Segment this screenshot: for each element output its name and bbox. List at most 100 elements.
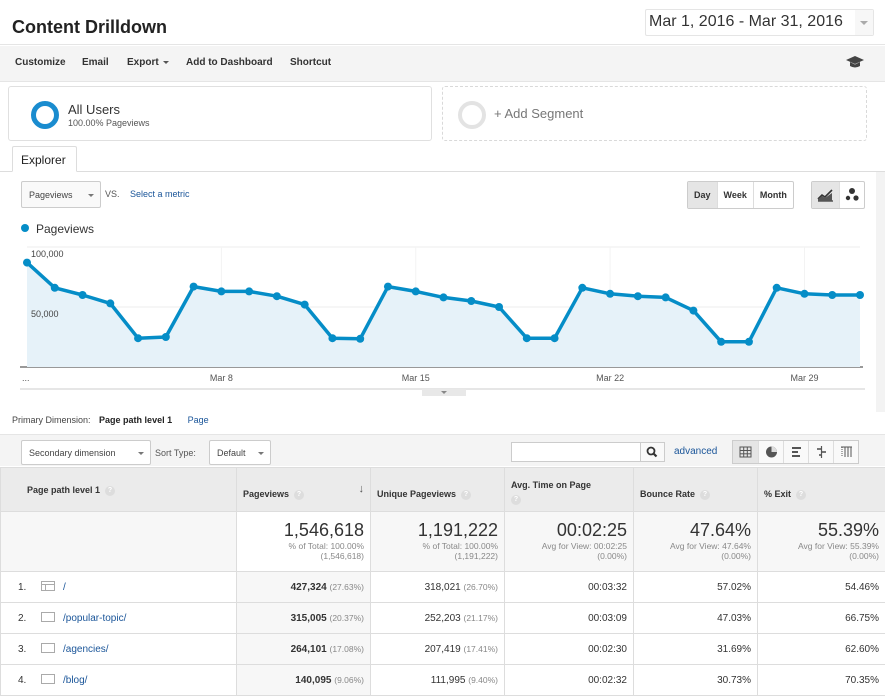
row-path-cell: 1./ xyxy=(1,572,237,603)
date-range-text: Mar 1, 2016 - Mar 31, 2016 xyxy=(649,13,843,30)
row-index: 2. xyxy=(18,613,38,624)
sort-type-value: Default xyxy=(217,448,246,458)
total-value: 55.39% xyxy=(764,520,879,541)
comparison-view-icon xyxy=(809,441,834,463)
pageviews-value: 427,324 xyxy=(291,582,327,593)
table-view-button[interactable] xyxy=(733,441,758,463)
data-point xyxy=(190,283,198,291)
chart-legend: Pageviews xyxy=(21,222,94,236)
column-header-avg-time[interactable]: Avg. Time on Page? xyxy=(505,468,634,512)
data-point xyxy=(773,284,781,292)
comparison-view-button[interactable] xyxy=(808,441,833,463)
period-month-button[interactable]: Month xyxy=(753,182,793,208)
folder-icon[interactable] xyxy=(41,674,55,684)
data-point xyxy=(384,283,392,291)
row-pageviews: 315,005 (20.37%) xyxy=(237,603,371,634)
export-button[interactable]: Export xyxy=(127,57,169,68)
row-path-cell: 4./blog/ xyxy=(1,665,237,696)
unique-value: 111,995 xyxy=(431,675,466,686)
primary-dimension-current[interactable]: Page path level 1 xyxy=(99,415,172,425)
data-point xyxy=(606,290,614,298)
secondary-dimension-dropdown[interactable]: Secondary dimension xyxy=(21,440,151,465)
total-value: 47.64% xyxy=(640,520,751,541)
line-chart-button[interactable] xyxy=(812,182,839,208)
pageviews-chart: 100,00050,000...Mar 8Mar 15Mar 22Mar 29 xyxy=(0,240,885,400)
data-point xyxy=(412,287,420,295)
totals-unique-pageviews: 1,191,222 % of Total: 100.00% (1,191,222… xyxy=(371,512,505,572)
motion-chart-button[interactable] xyxy=(839,182,864,208)
row-path-link[interactable]: / xyxy=(63,582,66,593)
email-button[interactable]: Email xyxy=(82,57,109,68)
column-header-label: Bounce Rate xyxy=(640,489,695,499)
total-value: 00:02:25 xyxy=(511,520,627,541)
data-point xyxy=(634,292,642,300)
row-bounce-rate: 31.69% xyxy=(634,634,758,665)
export-label: Export xyxy=(127,57,159,68)
caret-down-icon xyxy=(258,452,264,455)
page-title: Content Drilldown xyxy=(12,17,167,38)
select-metric-link[interactable]: Select a metric xyxy=(130,189,190,199)
chevron-down-icon[interactable] xyxy=(855,10,873,35)
search-button[interactable] xyxy=(640,442,665,462)
folder-icon[interactable] xyxy=(41,643,55,653)
performance-view-icon xyxy=(784,441,809,463)
primary-dimension-row: Primary Dimension: Page path level 1 Pag… xyxy=(12,415,209,425)
page-icon[interactable] xyxy=(41,581,55,591)
column-header-page-path[interactable]: Page path level 1? xyxy=(1,468,237,512)
folder-icon[interactable] xyxy=(41,612,55,622)
column-header-pageviews[interactable]: Pageviews?↓ xyxy=(237,468,371,512)
column-header-unique-pageviews[interactable]: Unique Pageviews? xyxy=(371,468,505,512)
row-exit: 62.60% xyxy=(758,634,885,665)
help-icon[interactable]: ? xyxy=(700,490,710,500)
period-week-button[interactable]: Week xyxy=(717,182,753,208)
metric-dropdown[interactable]: Pageviews xyxy=(21,181,101,208)
column-header-label: Page path level 1 xyxy=(27,485,100,495)
row-exit: 70.35% xyxy=(758,665,885,696)
shortcut-button[interactable]: Shortcut xyxy=(290,57,331,68)
x-tick-label: Mar 29 xyxy=(790,373,818,383)
pageviews-value: 140,095 xyxy=(295,675,331,686)
table-search-input[interactable] xyxy=(511,442,641,462)
period-day-button[interactable]: Day xyxy=(688,182,717,208)
graduation-cap-icon[interactable] xyxy=(846,55,864,69)
data-point xyxy=(79,291,87,299)
date-range-picker[interactable]: Mar 1, 2016 - Mar 31, 2016 xyxy=(645,9,874,36)
total-note: (0.00%) xyxy=(511,551,627,561)
table-row: 4./blog/ 140,095 (9.06%) 111,995 (9.40%)… xyxy=(1,665,885,696)
area-fill xyxy=(27,263,860,367)
row-path-link[interactable]: /popular-topic/ xyxy=(63,613,126,624)
add-to-dashboard-button[interactable]: Add to Dashboard xyxy=(186,57,273,68)
data-point xyxy=(856,291,864,299)
performance-view-button[interactable] xyxy=(783,441,808,463)
primary-dimension-page-link[interactable]: Page xyxy=(188,415,209,425)
row-unique-pageviews: 318,021 (26.70%) xyxy=(371,572,505,603)
advanced-filter-link[interactable]: advanced xyxy=(674,446,717,457)
pie-view-button[interactable] xyxy=(758,441,783,463)
pivot-view-button[interactable] xyxy=(833,441,858,463)
data-point xyxy=(23,259,31,267)
help-icon[interactable]: ? xyxy=(461,490,471,500)
column-header-exit[interactable]: % Exit? xyxy=(758,468,885,512)
unique-value: 318,021 xyxy=(425,582,461,593)
unique-pct: (9.40%) xyxy=(468,675,498,685)
caret-down-icon xyxy=(88,194,94,197)
row-unique-pageviews: 207,419 (17.41%) xyxy=(371,634,505,665)
segment-all-users[interactable]: All Users 100.00% Pageviews xyxy=(8,86,432,141)
tab-explorer[interactable]: Explorer xyxy=(12,146,77,172)
row-path-link[interactable]: /blog/ xyxy=(63,675,87,686)
customize-button[interactable]: Customize xyxy=(15,57,66,68)
row-path-cell: 2. /popular-topic/ xyxy=(1,603,237,634)
table-row: 1./ 427,324 (27.63%) 318,021 (26.70%) 00… xyxy=(1,572,885,603)
help-icon[interactable]: ? xyxy=(511,495,521,505)
add-segment-button[interactable]: + Add Segment xyxy=(442,86,867,141)
segment-ring-icon xyxy=(31,101,59,129)
table-view-icon xyxy=(733,441,758,463)
help-icon[interactable]: ? xyxy=(796,490,806,500)
help-icon[interactable]: ? xyxy=(105,486,115,496)
row-path-link[interactable]: /agencies/ xyxy=(63,644,109,655)
help-icon[interactable]: ? xyxy=(294,490,304,500)
pageviews-pct: (17.08%) xyxy=(330,644,365,654)
table-row: 3./agencies/ 264,101 (17.08%) 207,419 (1… xyxy=(1,634,885,665)
sort-type-dropdown[interactable]: Default xyxy=(209,440,271,465)
column-header-bounce-rate[interactable]: Bounce Rate? xyxy=(634,468,758,512)
